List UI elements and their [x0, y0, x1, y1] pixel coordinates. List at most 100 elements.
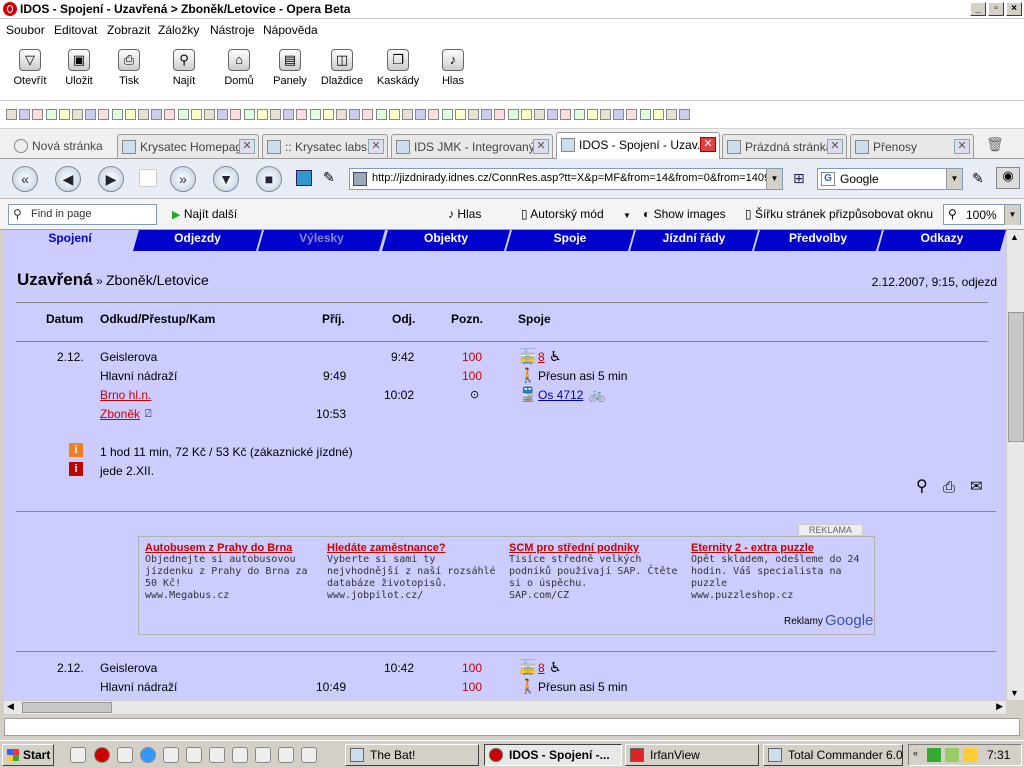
menu-editovat[interactable]: Editovat: [54, 23, 97, 37]
search-field[interactable]: G Google ▼: [817, 168, 963, 190]
bookmark-icon[interactable]: [600, 109, 611, 120]
chevron-down-icon[interactable]: ▼: [1004, 205, 1020, 225]
bookmark-icon[interactable]: [639, 109, 651, 120]
scroll-up-icon[interactable]: ▲: [1010, 232, 1019, 242]
close-tab-icon[interactable]: ✕: [700, 137, 716, 152]
tray-icon[interactable]: [945, 748, 959, 762]
voice-button-small[interactable]: ♪ Hlas: [448, 207, 481, 221]
nav-vylesky[interactable]: Výlesky: [258, 230, 385, 251]
find-next-button[interactable]: ▶ Najít další: [172, 207, 237, 221]
back-icon[interactable]: ◀: [55, 166, 81, 192]
bookmark-icon[interactable]: [72, 109, 83, 120]
nav-objekty[interactable]: Objekty: [382, 230, 510, 251]
bookmark-icon[interactable]: [270, 109, 281, 120]
minimize-button[interactable]: _: [970, 2, 986, 16]
quicklaunch-icon[interactable]: [163, 747, 179, 763]
site-icon[interactable]: [296, 170, 312, 186]
bookmark-icon[interactable]: [375, 109, 387, 120]
bookmark-icon[interactable]: [388, 109, 400, 120]
quicklaunch-icon[interactable]: [70, 747, 86, 763]
bookmark-icon[interactable]: [626, 109, 638, 120]
scroll-left-icon[interactable]: ◀: [7, 701, 14, 712]
notes-icon[interactable]: ✎: [972, 170, 984, 187]
trash-icon[interactable]: 🗑: [986, 136, 1004, 154]
bookmark-icon[interactable]: [296, 109, 308, 120]
quicklaunch-icon[interactable]: [278, 747, 294, 763]
nav-spoje[interactable]: Spoje: [506, 230, 634, 251]
fast-forward-icon[interactable]: »: [170, 166, 196, 192]
sitemap-icon[interactable]: ⊞: [793, 170, 805, 187]
quicklaunch-icon[interactable]: [232, 747, 248, 763]
bookmark-icon[interactable]: [415, 109, 427, 120]
show-images-button[interactable]: ◐ Show images: [643, 207, 726, 221]
bookmark-icon[interactable]: [283, 109, 295, 120]
chevron-down-icon[interactable]: ▼: [946, 169, 962, 189]
close-tab-icon[interactable]: ✕: [827, 139, 843, 154]
bookmark-icon[interactable]: [494, 109, 506, 120]
ie-icon[interactable]: [140, 747, 156, 763]
conn1-stop4[interactable]: Zboněk: [100, 407, 140, 421]
bookmark-icon[interactable]: [309, 109, 321, 120]
conn1-stop3[interactable]: Brno hl.n.: [100, 388, 151, 402]
bookmark-icon[interactable]: [177, 109, 189, 120]
bookmark-icon[interactable]: [230, 109, 242, 120]
magnifier-icon[interactable]: ⚲: [916, 479, 928, 495]
bookmark-icon[interactable]: [6, 109, 17, 120]
close-tab-icon[interactable]: ✕: [533, 139, 549, 154]
quicklaunch-icon[interactable]: [186, 747, 202, 763]
tray-icon[interactable]: [963, 748, 977, 762]
panels-button[interactable]: ▤ Panely: [262, 45, 318, 97]
bookmark-icon[interactable]: [243, 109, 255, 120]
scroll-right-icon[interactable]: ▶: [996, 701, 1003, 712]
google-logo[interactable]: Google: [825, 612, 873, 629]
fit-width-button[interactable]: ▯ Šířku stránek přizpůsobovat oknu: [745, 207, 933, 221]
menu-zalozky[interactable]: Záložky: [158, 23, 199, 37]
bookmark-icon[interactable]: [98, 109, 110, 120]
bookmark-icon[interactable]: [468, 109, 479, 120]
tab-prenosy[interactable]: Přenosy ✕: [850, 134, 974, 158]
opera-icon[interactable]: [94, 747, 110, 763]
tab-ids-jmk[interactable]: IDS JMK - Integrovaný... ✕: [391, 134, 553, 158]
task-opera[interactable]: IDOS - Spojení -...: [484, 744, 622, 766]
restore-button[interactable]: ▫: [988, 2, 1004, 16]
ad-item[interactable]: SCM pro střední podniky Tisíce středně ve…: [509, 542, 689, 602]
envelope-icon[interactable]: ✉: [970, 479, 983, 494]
author-mode-button[interactable]: ▯ Autorský mód ▼: [521, 207, 631, 221]
bookmark-icon[interactable]: [164, 109, 176, 120]
tab-prazdna-stranka[interactable]: Prázdná stránka ✕: [722, 134, 847, 158]
printer-icon[interactable]: ⎙: [943, 480, 955, 495]
bookmark-icon[interactable]: [19, 109, 31, 120]
zoom-select[interactable]: ⚲ 100% ▼: [943, 204, 1021, 225]
bookmark-icon[interactable]: [349, 109, 361, 120]
home-button[interactable]: ⌂ Domů: [211, 45, 267, 97]
menu-nastroje[interactable]: Nástroje: [210, 23, 255, 37]
bookmark-icon[interactable]: [454, 109, 466, 120]
find-button[interactable]: ⚲ Najít: [156, 45, 212, 97]
bookmark-icon[interactable]: [534, 109, 545, 120]
bookmark-icon[interactable]: [666, 109, 677, 120]
bookmark-icon[interactable]: [138, 109, 149, 120]
stop-icon[interactable]: ■: [256, 166, 282, 192]
bookmark-icon[interactable]: [507, 109, 519, 120]
chevron-down-icon[interactable]: ▼: [623, 211, 631, 220]
bookmark-icon[interactable]: [256, 109, 268, 120]
quicklaunch-icon[interactable]: [301, 747, 317, 763]
bookmark-icon[interactable]: [190, 109, 202, 120]
nav-jizdni-rady[interactable]: Jízdní řády: [630, 230, 758, 251]
forward-icon[interactable]: ▶: [98, 166, 124, 192]
reload-icon[interactable]: ▼: [213, 166, 239, 192]
task-total-commander[interactable]: Total Commander 6.0...: [763, 744, 903, 766]
menu-napoveda[interactable]: Nápověda: [263, 23, 318, 37]
conn1-stop2-note[interactable]: 100: [462, 369, 482, 383]
tray-expand-icon[interactable]: «: [913, 748, 918, 758]
bookmark-icon[interactable]: [58, 109, 70, 120]
tab-krysatec-homepage[interactable]: Krysatec Homepage ✕: [117, 134, 259, 158]
vertical-scrollbar[interactable]: ▲ ▼: [1006, 230, 1024, 700]
bookmark-icon[interactable]: [402, 109, 413, 120]
bookmark-icon[interactable]: [217, 109, 229, 120]
quicklaunch-icon[interactable]: [209, 747, 225, 763]
menu-zobrazit[interactable]: Zobrazit: [107, 23, 150, 37]
ad-item[interactable]: Hledáte zaměstnance? Vyberte si sami ty n…: [327, 542, 507, 602]
quicklaunch-icon[interactable]: [255, 747, 271, 763]
bookmark-icon[interactable]: [652, 109, 664, 120]
